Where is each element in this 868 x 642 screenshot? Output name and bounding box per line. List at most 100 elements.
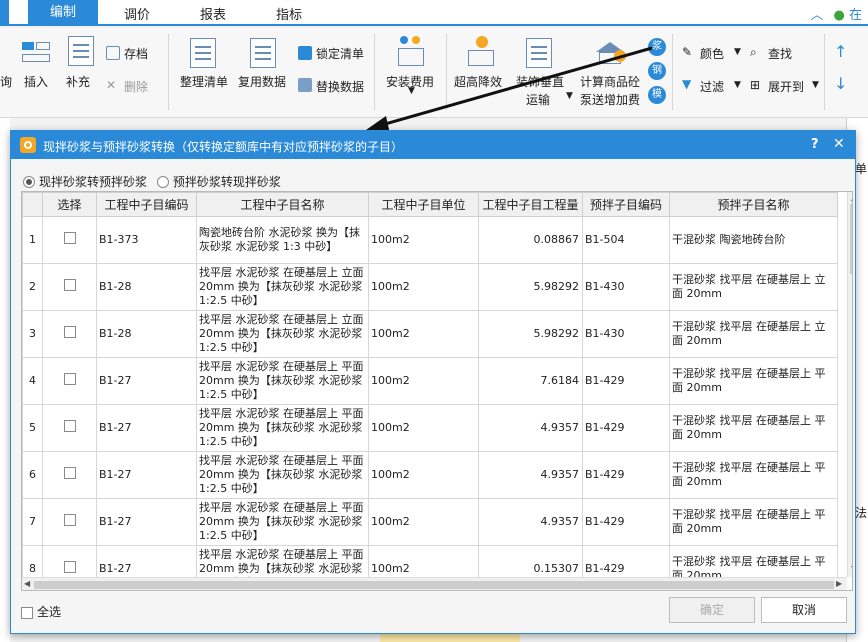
row-select-cell <box>42 216 97 264</box>
table-row[interactable]: 2 B1-28 找平层 水泥砂浆 在硬基层上 立面 20mm 换为【抹灰砂浆 水… <box>22 263 838 311</box>
app-logo-icon <box>20 137 36 153</box>
row-name: 找平层 水泥砂浆 在硬基层上 平面 20mm 换为【抹灰砂浆 水泥砂浆 1:2.… <box>196 498 369 546</box>
row-select-cell <box>42 498 97 546</box>
row-code: B1-27 <box>96 357 197 405</box>
horizontal-scrollbar[interactable]: ◀ ▶ <box>22 577 847 590</box>
row-checkbox[interactable] <box>63 514 76 526</box>
row-checkbox[interactable] <box>63 232 76 244</box>
help-icon[interactable]: ? <box>811 137 819 152</box>
conversion-mode-group: 现拌砂浆转预拌砂浆 预拌砂浆转现拌砂浆 <box>23 173 287 190</box>
row-ready-name: 干混砂浆 找平层 在硬基层上 立面 20mm <box>669 263 838 311</box>
row-ready-code: B1-429 <box>582 451 670 499</box>
row-select-cell <box>42 263 97 311</box>
row-unit: 100m2 <box>368 310 479 358</box>
row-name: 陶瓷地砖台阶 水泥砂浆 换为【抹灰砂浆 水泥砂浆 1:3 中砂】 <box>196 216 369 264</box>
row-checkbox[interactable] <box>63 373 76 385</box>
row-quantity: 4.9357 <box>478 404 583 452</box>
row-index: 6 <box>22 451 43 499</box>
scroll-left-icon[interactable]: ◀ <box>24 579 30 588</box>
row-ready-name: 干混砂浆 陶瓷地砖台阶 <box>669 216 838 264</box>
table-row[interactable]: 5 B1-27 找平层 水泥砂浆 在硬基层上 平面 20mm 换为【抹灰砂浆 水… <box>22 404 838 452</box>
scroll-down-icon[interactable]: ▼ <box>851 564 852 573</box>
row-unit: 100m2 <box>368 357 479 405</box>
row-name: 找平层 水泥砂浆 在硬基层上 平面 20mm 换为【抹灰砂浆 水泥砂浆 1:2.… <box>196 357 369 405</box>
radio-ready-to-site[interactable] <box>156 175 169 188</box>
row-checkbox[interactable] <box>63 279 76 291</box>
close-icon[interactable]: ✕ <box>833 136 845 152</box>
table-row[interactable]: 7 B1-27 找平层 水泥砂浆 在硬基层上 平面 20mm 换为【抹灰砂浆 水… <box>22 498 838 546</box>
row-checkbox[interactable] <box>63 561 76 573</box>
row-checkbox[interactable] <box>63 326 76 338</box>
row-ready-name: 干混砂浆 找平层 在硬基层上 平面 20mm <box>669 451 838 499</box>
vertical-scrollbar[interactable]: ▲ ▼ <box>847 192 852 577</box>
row-code: B1-373 <box>96 216 197 264</box>
header-ready-name[interactable]: 预拌子目名称 <box>669 192 838 217</box>
dialog-titlebar[interactable]: 现拌砂浆与预拌砂浆转换（仅转换定额库中有对应预拌砂浆的子目） ? ✕ <box>11 131 855 159</box>
header-code[interactable]: 工程中子目编码 <box>96 192 197 217</box>
table-row[interactable]: 4 B1-27 找平层 水泥砂浆 在硬基层上 平面 20mm 换为【抹灰砂浆 水… <box>22 357 838 405</box>
select-all-checkbox[interactable] <box>21 606 33 619</box>
horizontal-scroll-thumb[interactable] <box>34 581 834 589</box>
table-row[interactable]: 1 B1-373 陶瓷地砖台阶 水泥砂浆 换为【抹灰砂浆 水泥砂浆 1:3 中砂… <box>22 216 838 264</box>
row-code: B1-27 <box>96 498 197 546</box>
table-header-row: 选择 工程中子目编码 工程中子目名称 工程中子目单位 工程中子目工程量 预拌子目… <box>22 192 838 217</box>
header-select[interactable]: 选择 <box>42 192 97 217</box>
table-row[interactable]: 3 B1-28 找平层 水泥砂浆 在硬基层上 立面 20mm 换为【抹灰砂浆 水… <box>22 310 838 358</box>
row-quantity: 7.6184 <box>478 357 583 405</box>
select-all-control[interactable]: 全选 <box>21 603 61 620</box>
header-index <box>22 192 43 217</box>
row-quantity: 4.9357 <box>478 451 583 499</box>
row-ready-code: B1-504 <box>582 216 670 264</box>
row-index: 1 <box>22 216 43 264</box>
select-all-label[interactable]: 全选 <box>37 605 61 619</box>
row-select-cell <box>42 404 97 452</box>
row-ready-code: B1-429 <box>582 498 670 546</box>
conversion-table: 选择 工程中子目编码 工程中子目名称 工程中子目单位 工程中子目工程量 预拌子目… <box>21 191 853 591</box>
row-checkbox[interactable] <box>63 467 76 479</box>
row-select-cell <box>42 357 97 405</box>
row-code: B1-27 <box>96 451 197 499</box>
radio-site-to-ready[interactable] <box>23 175 35 188</box>
row-checkbox[interactable] <box>63 420 76 432</box>
mortar-conversion-dialog: 现拌砂浆与预拌砂浆转换（仅转换定额库中有对应预拌砂浆的子目） ? ✕ 现拌砂浆转… <box>10 130 856 634</box>
radio-site-to-ready-label[interactable]: 现拌砂浆转预拌砂浆 <box>39 175 147 189</box>
row-ready-code: B1-430 <box>582 310 670 358</box>
row-select-cell <box>42 451 97 499</box>
scroll-right-icon[interactable]: ▶ <box>836 579 842 588</box>
row-index: 7 <box>22 498 43 546</box>
row-index: 3 <box>22 310 43 358</box>
vertical-scroll-thumb[interactable] <box>850 204 852 274</box>
row-code: B1-27 <box>96 404 197 452</box>
row-index: 4 <box>22 357 43 405</box>
row-quantity: 5.98292 <box>478 310 583 358</box>
table-row[interactable]: 6 B1-27 找平层 水泥砂浆 在硬基层上 平面 20mm 换为【抹灰砂浆 水… <box>22 451 838 499</box>
row-ready-name: 干混砂浆 找平层 在硬基层上 平面 20mm <box>669 357 838 405</box>
radio-ready-to-site-label[interactable]: 预拌砂浆转现拌砂浆 <box>173 175 281 189</box>
header-name[interactable]: 工程中子目名称 <box>196 192 369 217</box>
row-quantity: 4.9357 <box>478 498 583 546</box>
row-ready-name: 干混砂浆 找平层 在硬基层上 立面 20mm <box>669 310 838 358</box>
header-quantity[interactable]: 工程中子目工程量 <box>478 192 583 217</box>
cancel-button[interactable]: 取消 <box>761 597 847 623</box>
row-unit: 100m2 <box>368 404 479 452</box>
row-name: 找平层 水泥砂浆 在硬基层上 立面 20mm 换为【抹灰砂浆 水泥砂浆 1:2.… <box>196 263 369 311</box>
scroll-up-icon[interactable]: ▲ <box>851 193 852 202</box>
row-quantity: 5.98292 <box>478 263 583 311</box>
row-code: B1-28 <box>96 263 197 311</box>
confirm-button[interactable]: 确定 <box>669 597 755 623</box>
row-ready-code: B1-429 <box>582 404 670 452</box>
row-ready-name: 干混砂浆 找平层 在硬基层上 平面 20mm <box>669 404 838 452</box>
row-code: B1-28 <box>96 310 197 358</box>
row-ready-name: 干混砂浆 找平层 在硬基层上 平面 20mm <box>669 498 838 546</box>
header-ready-code[interactable]: 预拌子目编码 <box>582 192 670 217</box>
row-unit: 100m2 <box>368 263 479 311</box>
row-name: 找平层 水泥砂浆 在硬基层上 平面 20mm 换为【抹灰砂浆 水泥砂浆 1:2.… <box>196 451 369 499</box>
row-name: 找平层 水泥砂浆 在硬基层上 立面 20mm 换为【抹灰砂浆 水泥砂浆 1:2.… <box>196 310 369 358</box>
dialog-title: 现拌砂浆与预拌砂浆转换（仅转换定额库中有对应预拌砂浆的子目） <box>43 140 404 154</box>
row-quantity: 0.08867 <box>478 216 583 264</box>
row-unit: 100m2 <box>368 216 479 264</box>
row-ready-code: B1-430 <box>582 263 670 311</box>
row-index: 2 <box>22 263 43 311</box>
row-unit: 100m2 <box>368 498 479 546</box>
header-unit[interactable]: 工程中子目单位 <box>368 192 479 217</box>
